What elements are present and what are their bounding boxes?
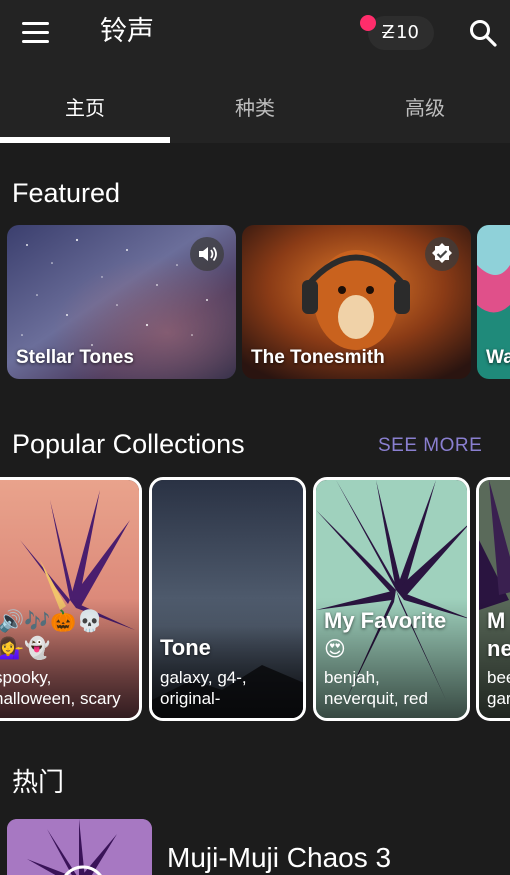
collection-tags: gar [487,689,510,708]
collection-emoji: 💁‍♀️👻 [0,636,51,660]
popular-collections-title: Popular Collections [12,429,245,459]
collection-emoji: 🔊🎶🎃💀 [0,609,103,633]
collection-card-partial[interactable]: M ne bee gar [476,477,510,721]
collection-title: ne [487,636,510,661]
app-bar: 铃声 Z 10 [0,0,510,68]
tab-indicator [0,137,170,143]
collection-tags: neverquit, red [324,689,428,708]
collection-tags: benjah, [324,668,380,687]
collection-tags: original- [160,689,221,708]
featured-card-stellar-tones[interactable]: Stellar Tones [7,225,236,379]
collection-tags: bee [487,668,510,687]
collection-card-spooky[interactable]: 🔊🎶🎃💀 💁‍♀️👻 spooky, halloween, scary [0,477,142,721]
featured-card-the-tonesmith[interactable]: The Tonesmith [242,225,471,379]
collection-tags: halloween, scary [0,689,121,708]
collection-tags: galaxy, g4-, [160,668,247,687]
coin-balance-button[interactable]: Z 10 [368,16,434,50]
featured-card-label: Wa [486,347,510,368]
featured-card-label: The Tonesmith [251,347,385,368]
verified-icon [425,237,459,271]
coin-count: 10 [396,22,419,43]
tab-bar: 主页 种类 高级 [0,68,510,143]
hot-title: 热门 [12,768,65,798]
collection-title: My Favorite [324,608,447,633]
collection-title: Tone [160,635,211,660]
see-more-link[interactable]: SEE MORE [378,434,482,458]
collection-card-tone[interactable]: Tone galaxy, g4-, original- [149,477,306,721]
collection-title: M [487,608,506,633]
collection-card-my-favorite[interactable]: My Favorite 😍 benjah, neverquit, red [313,477,470,721]
tab-premium[interactable]: 高级 [340,68,510,143]
collection-emoji: 😍 [324,637,346,661]
menu-icon[interactable] [22,22,50,44]
collection-tags: spooky, [0,668,52,687]
app-title: 铃声 [100,16,154,47]
featured-title: Featured [12,178,121,208]
coin-icon: Z [382,22,395,43]
search-icon[interactable] [468,18,498,48]
featured-card-label: Stellar Tones [16,347,134,368]
tab-home[interactable]: 主页 [0,68,170,143]
tab-categories[interactable]: 种类 [170,68,340,143]
featured-card-partial[interactable]: Wa [477,225,510,379]
ringtone-name[interactable]: Muji-Muji Chaos 3 [167,840,391,875]
notification-dot [360,15,376,31]
speaker-icon [190,237,224,271]
ringtone-thumbnail[interactable] [7,819,152,875]
